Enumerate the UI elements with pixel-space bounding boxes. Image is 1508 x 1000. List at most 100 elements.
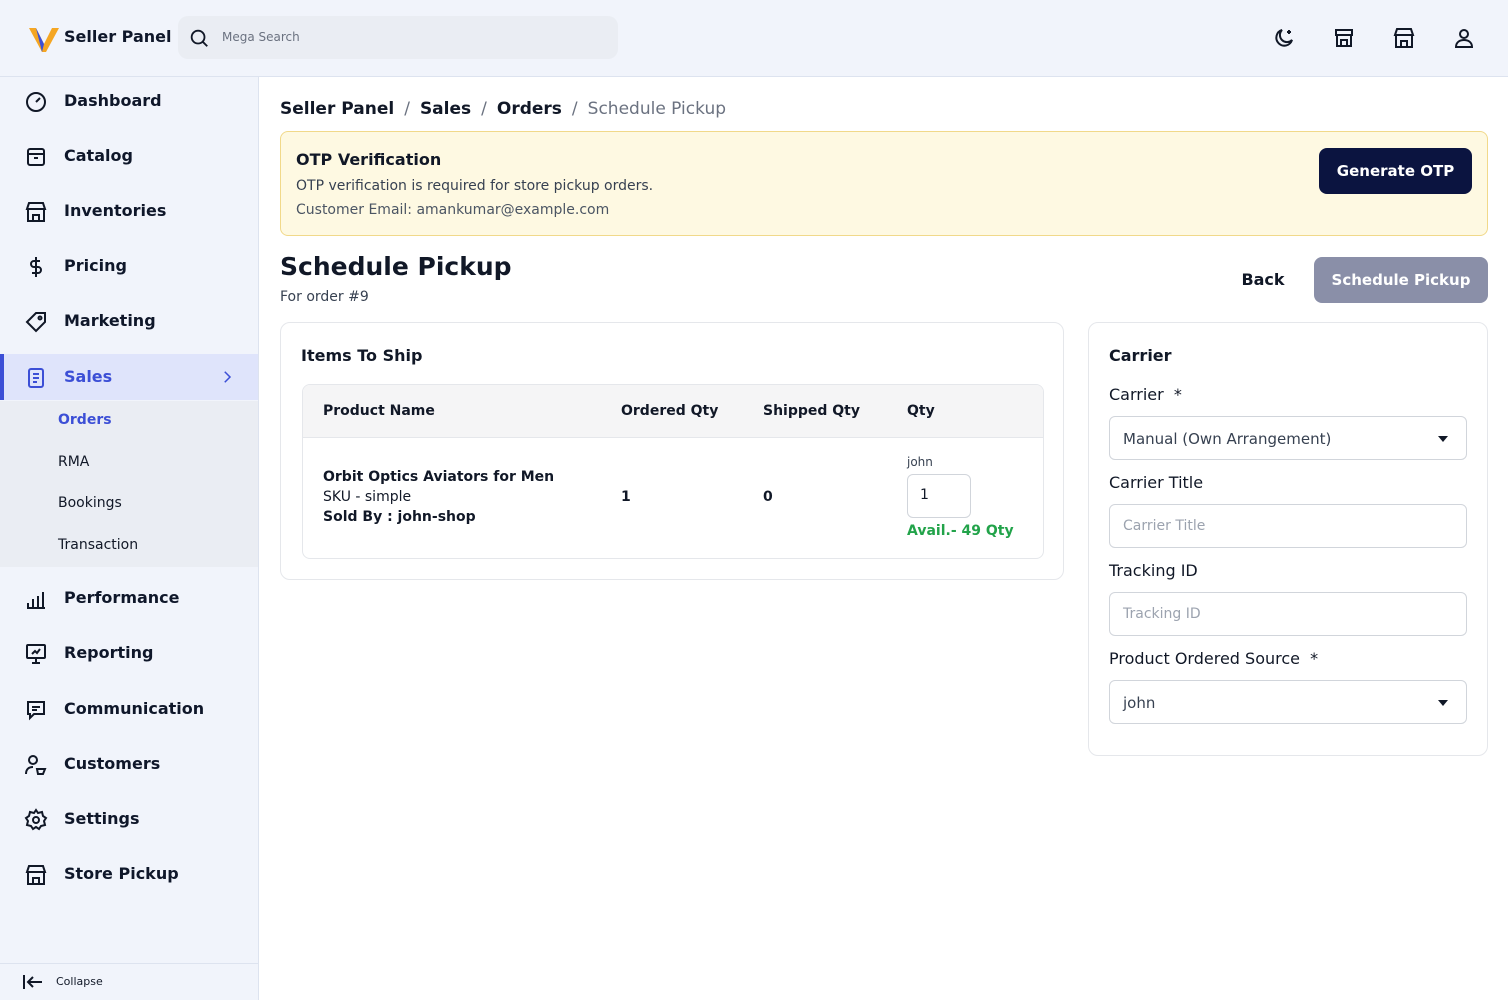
- collapse-button[interactable]: Collapse: [0, 963, 258, 1000]
- breadcrumb-seller-panel[interactable]: Seller Panel: [280, 99, 394, 119]
- sidebar-item-label: Communication: [64, 699, 205, 718]
- sidebar-item-label: Settings: [64, 809, 140, 828]
- carrier-title-label: Carrier Title: [1109, 473, 1204, 492]
- gear-icon: [24, 808, 48, 831]
- table-header: Product Name Ordered Qty Shipped Qty Qty: [303, 385, 1043, 438]
- required-mark: *: [1173, 385, 1182, 404]
- tracking-id-placeholder: Tracking ID: [1123, 606, 1201, 622]
- brand-name: Seller Panel: [64, 27, 172, 46]
- product-ordered-source-label-text: Product Ordered Source: [1109, 649, 1300, 668]
- items-table: Product Name Ordered Qty Shipped Qty Qty…: [302, 384, 1044, 559]
- sidebar-item-label: Dashboard: [64, 91, 162, 110]
- carrier-card-title: Carrier: [1109, 346, 1172, 365]
- presentation-icon: [26, 644, 46, 664]
- product-name: Orbit Optics Aviators for Men: [323, 469, 555, 485]
- qty-source-label: john: [907, 455, 933, 469]
- collapse-icon: [23, 975, 42, 989]
- column-qty: Qty: [907, 403, 935, 419]
- column-ordered-qty: Ordered Qty: [621, 403, 719, 419]
- otp-verification-banner: OTP Verification OTP verification is req…: [280, 131, 1488, 236]
- sidebar-item-dashboard[interactable]: Dashboard: [0, 78, 258, 124]
- breadcrumb: Seller Panel / Sales / Orders / Schedule Picku…: [280, 99, 726, 119]
- carrier-title-placeholder: Carrier Title: [1123, 518, 1206, 534]
- breadcrumb-separator: /: [404, 99, 410, 119]
- sidebar-item-label: Reporting: [64, 643, 154, 662]
- otp-description: OTP verification is required for store p…: [296, 178, 654, 194]
- sidebar-item-label: Catalog: [64, 146, 133, 165]
- items-card-title: Items To Ship: [301, 346, 423, 365]
- search-placeholder: Mega Search: [222, 30, 300, 44]
- submenu-transaction[interactable]: Transaction: [58, 537, 138, 553]
- tracking-id-input[interactable]: Tracking ID: [1109, 592, 1467, 636]
- sidebar-item-communication[interactable]: Communication: [0, 686, 258, 732]
- user-icon[interactable]: [1452, 26, 1476, 50]
- sidebar-item-reporting[interactable]: Reporting: [0, 630, 258, 676]
- column-shipped-qty: Shipped Qty: [763, 403, 861, 419]
- inventories-icon: [25, 202, 47, 222]
- storefront-icon[interactable]: [1392, 26, 1416, 50]
- sidebar-item-store-pickup[interactable]: Store Pickup: [0, 851, 258, 897]
- breadcrumb-separator: /: [571, 99, 578, 119]
- ordered-qty-value: 1: [621, 489, 631, 505]
- sidebar-item-settings[interactable]: Settings: [0, 796, 258, 842]
- items-to-ship-card: Items To Ship Product Name Ordered Qty S…: [280, 322, 1064, 580]
- store-pickup-icon: [25, 865, 47, 885]
- submenu-rma[interactable]: RMA: [58, 454, 89, 470]
- dark-mode-icon[interactable]: [1272, 26, 1296, 50]
- sales-submenu: Orders RMA Bookings Transaction: [0, 401, 258, 567]
- submenu-orders[interactable]: Orders: [58, 412, 112, 428]
- sidebar-item-label: Pricing: [64, 256, 127, 275]
- sidebar-item-inventories[interactable]: Inventories: [0, 188, 258, 234]
- sidebar-item-catalog[interactable]: Catalog: [0, 133, 258, 179]
- sidebar-item-sales[interactable]: Sales: [0, 354, 258, 400]
- bar-chart-icon: [27, 592, 45, 609]
- catalog-icon: [27, 148, 45, 166]
- available-qty: Avail.- 49 Qty: [907, 523, 1014, 539]
- page-subtitle: For order #9: [280, 289, 369, 305]
- sidebar-item-label: Inventories: [64, 201, 167, 220]
- product-ordered-source-select[interactable]: john: [1109, 680, 1467, 724]
- carrier-label-text: Carrier: [1109, 385, 1164, 404]
- customers-icon: [25, 755, 47, 775]
- sidebar: Dashboard Catalog Inventories Pricing Ma…: [0, 77, 259, 1000]
- otp-title: OTP Verification: [296, 150, 442, 169]
- collapse-label: Collapse: [56, 975, 103, 988]
- customer-email: Customer Email: amankumar@example.com: [296, 202, 610, 218]
- chevron-down-icon: [1438, 700, 1448, 706]
- chat-icon: [27, 701, 45, 721]
- breadcrumb-orders[interactable]: Orders: [497, 99, 562, 119]
- schedule-pickup-button[interactable]: Schedule Pickup: [1314, 257, 1488, 303]
- mega-search[interactable]: Mega Search: [178, 16, 618, 59]
- sidebar-item-pricing[interactable]: Pricing: [0, 243, 258, 289]
- tracking-id-label: Tracking ID: [1109, 561, 1198, 580]
- submenu-bookings[interactable]: Bookings: [58, 495, 122, 511]
- store-icon[interactable]: [1332, 26, 1356, 50]
- product-sku: SKU - simple: [323, 489, 412, 505]
- product-sold-by: Sold By : john-shop: [323, 509, 476, 525]
- breadcrumb-current: Schedule Pickup: [587, 99, 727, 119]
- column-product-name: Product Name: [323, 403, 435, 419]
- generate-otp-button[interactable]: Generate OTP: [1319, 148, 1472, 194]
- breadcrumb-separator: /: [481, 99, 487, 119]
- breadcrumb-sales[interactable]: Sales: [420, 99, 471, 119]
- sidebar-item-customers[interactable]: Customers: [0, 741, 258, 787]
- carrier-title-input[interactable]: Carrier Title: [1109, 504, 1467, 548]
- required-mark: *: [1310, 649, 1319, 668]
- seller-panel-logo[interactable]: [28, 22, 60, 54]
- sidebar-item-performance[interactable]: Performance: [0, 575, 258, 621]
- chevron-right-icon: [224, 371, 232, 383]
- back-button[interactable]: Back: [1224, 258, 1302, 302]
- search-icon: [190, 29, 208, 47]
- carrier-select-value: Manual (Own Arrangement): [1123, 430, 1332, 448]
- carrier-label: Carrier *: [1109, 385, 1182, 404]
- sidebar-item-label: Performance: [64, 588, 180, 607]
- sidebar-item-label: Customers: [64, 754, 161, 773]
- qty-input[interactable]: 1: [907, 474, 971, 518]
- carrier-select[interactable]: Manual (Own Arrangement): [1109, 416, 1467, 460]
- sidebar-item-label: Marketing: [64, 311, 156, 330]
- page-title: Schedule Pickup: [280, 252, 512, 281]
- top-header: Seller Panel Mega Search: [0, 0, 1508, 77]
- product-ordered-source-label: Product Ordered Source *: [1109, 649, 1318, 668]
- sidebar-item-marketing[interactable]: Marketing: [0, 298, 258, 344]
- dashboard-icon: [26, 92, 46, 112]
